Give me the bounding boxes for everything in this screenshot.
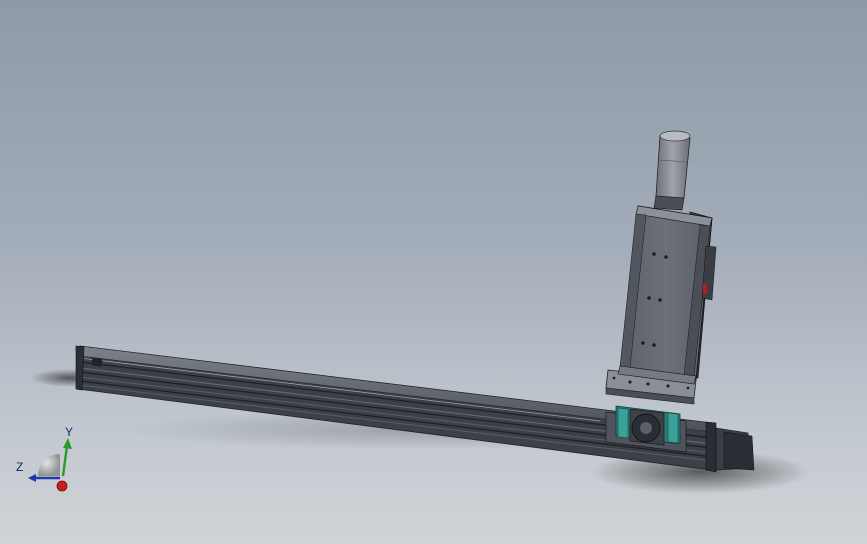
- z-axis-label: Z: [16, 460, 23, 474]
- triad-plane: [38, 454, 60, 476]
- servo-motor-horizontal[interactable]: [715, 427, 755, 471]
- servo-motor-vertical[interactable]: [653, 130, 691, 211]
- vertical-slide-module[interactable]: [617, 205, 717, 385]
- model-canvas[interactable]: [0, 0, 867, 544]
- y-axis-label: Y: [65, 425, 73, 439]
- x-axis-arrow: [56, 480, 68, 492]
- cad-viewport[interactable]: Z Y: [0, 0, 867, 544]
- y-axis-arrow: [61, 438, 72, 477]
- coordinate-triad: Z Y: [16, 425, 73, 492]
